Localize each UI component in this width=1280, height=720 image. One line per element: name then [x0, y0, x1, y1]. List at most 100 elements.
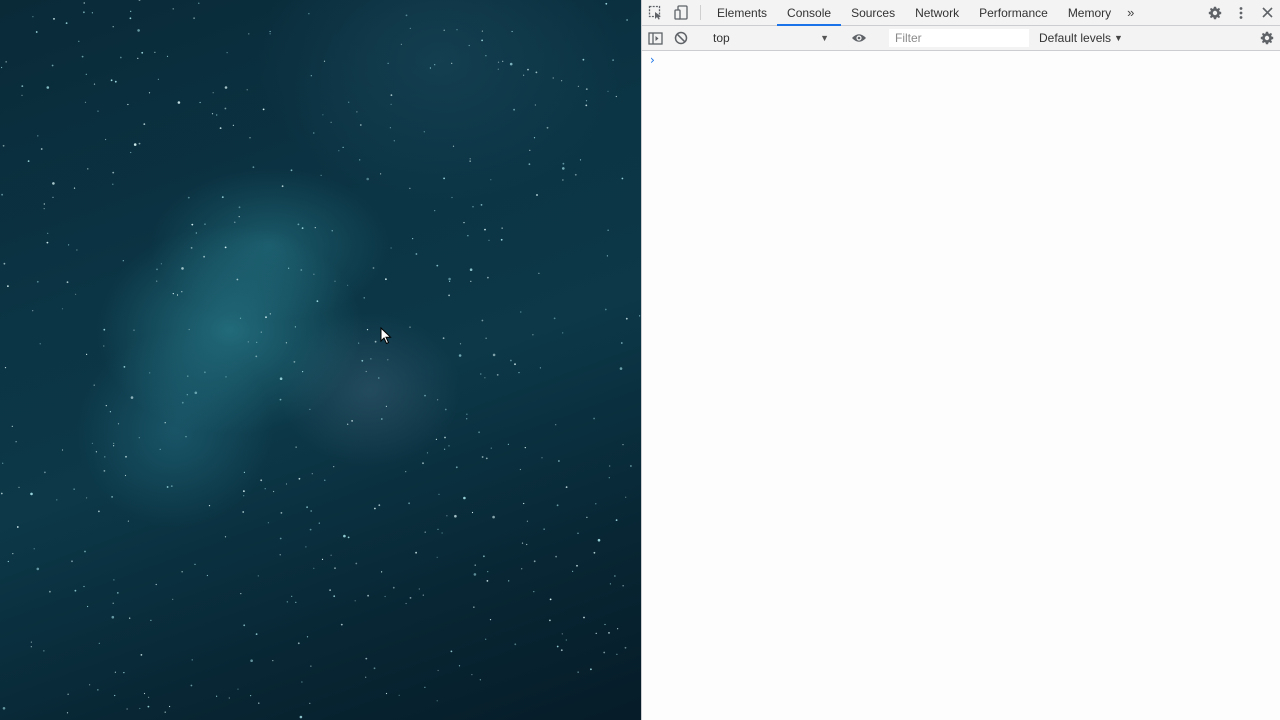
console-settings-icon[interactable]	[1254, 31, 1280, 45]
star	[426, 452, 429, 454]
star	[390, 94, 393, 96]
star	[2, 144, 5, 147]
sidebar-toggle-icon[interactable]	[642, 31, 668, 45]
device-toolbar-icon[interactable]	[668, 0, 694, 25]
star	[378, 377, 380, 379]
star	[299, 715, 303, 719]
star	[609, 583, 612, 585]
star	[519, 468, 522, 471]
tab-sources[interactable]: Sources	[841, 0, 905, 25]
star	[114, 80, 117, 83]
star	[497, 68, 499, 70]
star	[313, 273, 315, 275]
log-levels-dropdown[interactable]: Default levels ▼	[1039, 31, 1123, 45]
console-output[interactable]: ›	[642, 51, 1280, 720]
star	[86, 497, 88, 499]
tab-performance[interactable]: Performance	[969, 0, 1058, 25]
kebab-menu-icon[interactable]	[1228, 0, 1254, 25]
star	[619, 367, 623, 370]
star	[93, 83, 96, 85]
star	[593, 551, 596, 554]
star	[198, 2, 200, 4]
console-prompt[interactable]: ›	[642, 51, 1280, 69]
star	[484, 377, 486, 379]
star	[36, 567, 40, 571]
star	[78, 40, 80, 42]
tab-network[interactable]: Network	[905, 0, 969, 25]
star	[306, 506, 308, 509]
tab-memory[interactable]: Memory	[1058, 0, 1121, 25]
star	[449, 280, 451, 282]
clear-console-icon[interactable]	[668, 31, 694, 45]
star	[91, 12, 93, 14]
star	[467, 235, 469, 237]
inspect-element-icon[interactable]	[642, 0, 668, 25]
star	[359, 159, 361, 161]
gear-icon[interactable]	[1202, 0, 1228, 25]
star	[405, 14, 408, 17]
star	[400, 43, 402, 45]
star	[149, 372, 151, 374]
star	[21, 85, 24, 87]
star	[385, 278, 387, 281]
star	[93, 384, 95, 386]
star	[546, 126, 549, 129]
star	[579, 159, 582, 161]
context-selector[interactable]: top ▼	[711, 29, 833, 47]
star	[528, 163, 531, 166]
star	[590, 668, 592, 671]
star	[444, 408, 447, 411]
star	[302, 371, 304, 373]
star	[176, 294, 179, 296]
star	[380, 173, 382, 175]
star	[443, 29, 445, 31]
star	[562, 167, 565, 170]
star	[310, 665, 312, 667]
star	[463, 222, 465, 224]
star	[511, 30, 513, 33]
star	[541, 457, 543, 459]
star	[32, 16, 34, 18]
star	[123, 366, 126, 368]
star	[7, 560, 9, 563]
star	[572, 570, 574, 573]
tab-console[interactable]: Console	[777, 0, 842, 26]
star	[553, 317, 556, 320]
star	[347, 536, 350, 539]
star	[288, 267, 290, 269]
star	[154, 51, 156, 53]
star	[535, 71, 538, 74]
star	[11, 425, 13, 427]
more-tabs-button[interactable]: »	[1121, 0, 1140, 25]
star	[172, 8, 174, 10]
tab-elements[interactable]: Elements	[707, 0, 777, 25]
filter-input[interactable]	[889, 29, 1029, 47]
star	[562, 332, 564, 334]
star	[374, 507, 376, 510]
star	[385, 692, 388, 695]
star	[1, 193, 3, 196]
star	[140, 654, 143, 656]
star	[56, 499, 58, 501]
star	[76, 249, 78, 251]
star	[126, 708, 128, 710]
star	[372, 267, 375, 269]
star	[442, 337, 445, 340]
page-viewport[interactable]	[0, 0, 641, 720]
eye-icon[interactable]	[846, 33, 872, 43]
star	[409, 187, 411, 189]
star	[221, 196, 224, 199]
star	[247, 341, 249, 343]
star	[83, 585, 85, 588]
star	[32, 310, 34, 312]
star	[250, 695, 252, 697]
star	[470, 280, 472, 282]
star	[191, 659, 193, 661]
star	[318, 522, 320, 524]
star	[435, 438, 437, 440]
star	[536, 194, 538, 196]
close-icon[interactable]	[1254, 0, 1280, 25]
star	[2, 707, 6, 710]
star	[514, 643, 517, 646]
star	[225, 376, 227, 378]
